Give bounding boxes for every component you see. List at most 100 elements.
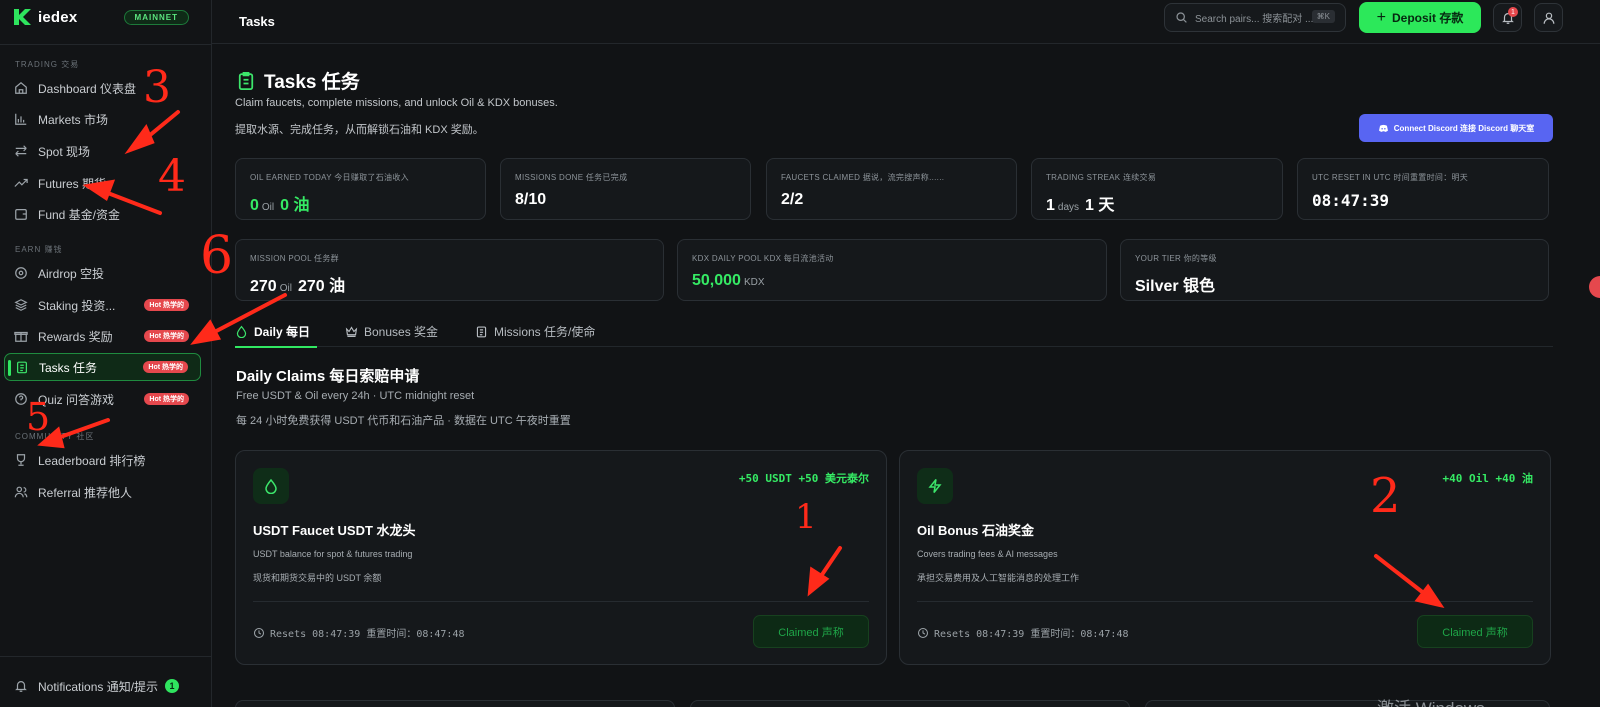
card-title: USDT Faucet USDT 水龙头 [253,523,416,538]
stat-mission-pool: MISSION POOL 任务群 270 Oil 270 油 [235,239,664,301]
wallet-icon [14,207,28,221]
hot-badge: Hot 热学的 [143,361,188,373]
stat-label: MISSIONS DONE 任务已完成 [515,173,628,182]
sidebar-item-dashboard[interactable]: Dashboard 仪表盘 [4,74,201,102]
stat-value: 270 Oil 270 油 [250,278,346,295]
stat-label: KDX DAILY POOL KDX 每日流池活动 [692,254,834,263]
stat-label: OIL EARNED TODAY 今日赚取了石油收入 [250,173,409,182]
stat-value: 1 days 1 天 [1046,197,1115,214]
reset-timer: Resets 08:47:39 重置时间：08:47:48 [917,625,1129,640]
sidebar-item-label: Airdrop 空投 [38,266,105,281]
clipboard-icon [476,325,487,337]
divider [917,601,1533,602]
section-label-earn: EARN 赚钱 [15,245,63,254]
stat-kdx-daily-pool: KDX DAILY POOL KDX 每日流池活动 50,000 KDX [677,239,1107,301]
deposit-label: Deposit 存款 [1392,11,1464,25]
section-label-trading: TRADING 交易 [15,60,80,69]
notification-count-badge: 1 [165,679,179,693]
page-title-topbar: Tasks [239,14,275,29]
tab-bar: Daily 每日 Bonuses 奖金 Missions 任务/使命 [235,315,1553,348]
tab-bonuses[interactable]: Bonuses 奖金 [345,315,438,347]
stat-faucets-claimed: FAUCETS CLAIMED 据说，流完搜声称...... 2/2 [766,158,1017,220]
clock-icon [253,627,265,638]
claimed-button[interactable]: Claimed 声称 [753,615,869,648]
lightning-icon [917,468,953,504]
users-icon [14,485,28,499]
stat-label: FAUCETS CLAIMED 据说，流完搜声称...... [781,173,945,182]
stat-oil-earned-today: OIL EARNED TODAY 今日赚取了石油收入 0 Oil 0 油 [235,158,486,220]
stat-label: MISSION POOL 任务群 [250,254,339,263]
hot-badge: Hot 热学的 [144,330,189,342]
tab-daily[interactable]: Daily 每日 [235,315,317,348]
trophy-icon [14,453,28,467]
card-description-zh: 现货和期货交易中的 USDT 余额 [253,573,382,583]
sidebar-item-staking[interactable]: Staking 投资... Hot 热学的 [4,291,201,319]
annotation-number: 4 [158,151,186,202]
user-icon [1543,12,1554,24]
stat-value: 2/2 [781,191,804,208]
partial-card [1145,700,1550,707]
sidebar-item-label: Markets 市场 [38,112,109,127]
discord-label: Connect Discord 连接 Discord 聊天室 [1393,123,1535,133]
sidebar-item-label: Rewards 奖励 [38,329,113,344]
stat-value: 08:47:39 [1312,191,1390,210]
stat-label: TRADING STREAK 连续交易 [1046,173,1157,182]
hot-badge: Hot 热学的 [144,299,189,311]
divider [253,601,869,602]
annotation-number: 5 [26,395,51,439]
annotation-number: 1 [795,497,817,537]
reward-amount: +50 USDT +50 美元泰尔 [738,472,869,485]
card-description-en: Covers trading fees & AI messages [917,549,1058,559]
sidebar-item-label: Dashboard 仪表盘 [38,81,137,96]
stat-value: Silver 银色 [1135,278,1216,295]
profile-button[interactable] [1534,3,1563,32]
deposit-button[interactable]: + Deposit 存款 [1359,2,1481,33]
sidebar-item-label: Fund 基金/资金 [38,207,121,222]
stat-label: UTC RESET IN UTC 时间重置时间：明天 [1312,173,1469,182]
search-input[interactable]: Search pairs... 搜索配对 ... ⌘K [1164,3,1346,32]
sidebar-item-label: Futures 期货 [38,176,107,191]
droplet-icon [253,468,289,504]
section-subtitle-zh: 每 24 小时免费获得 USDT 代币和石油产品 · 数据在 UTC 午夜时重置 [236,415,571,427]
reward-amount: +40 Oil +40 油 [1442,472,1533,485]
logo-text: iedex [38,8,78,26]
brand[interactable]: iedex MAINNET [0,0,211,34]
windows-activation-watermark: 激活 Windows [1377,694,1485,707]
stat-utc-reset: UTC RESET IN UTC 时间重置时间：明天 08:47:39 [1297,158,1549,220]
logo-mark-icon [14,9,31,25]
trend-icon [14,176,28,190]
stat-value: 8/10 [515,191,547,208]
search-shortcut-hint: ⌘K [1311,10,1335,23]
home-icon [14,81,28,95]
stat-value: 50,000 KDX [692,272,765,289]
sidebar-item-label: Leaderboard 排行榜 [38,453,146,468]
reset-timer: Resets 08:47:39 重置时间：08:47:48 [253,625,465,640]
annotation-number: 3 [143,62,171,113]
bar-chart-icon [14,112,28,126]
page-subtitle-zh: 提取水源、完成任务，从而解锁石油和 KDX 奖励。 [235,124,484,136]
gift-icon [14,329,28,343]
main-content: Tasks 任务 Claim faucets, complete mission… [212,45,1600,707]
sidebar-item-fund[interactable]: Fund 基金/资金 [4,200,201,228]
sidebar: iedex MAINNET TRADING 交易 Dashboard 仪表盘 M… [0,0,212,707]
sidebar-item-markets[interactable]: Markets 市场 [4,105,201,133]
crown-icon [345,325,358,337]
sidebar-item-leaderboard[interactable]: Leaderboard 排行榜 [4,446,201,474]
network-badge: MAINNET [123,9,189,25]
search-icon [1176,12,1187,23]
sidebar-item-notifications[interactable]: Notifications 通知/提示 1 [4,672,201,700]
layers-icon [14,298,28,312]
connect-discord-button[interactable]: Connect Discord 连接 Discord 聊天室 [1359,114,1553,142]
sidebar-item-rewards[interactable]: Rewards 奖励 Hot 热学的 [4,322,201,350]
sidebar-item-tasks[interactable]: Tasks 任务 Hot 热学的 [4,353,201,381]
sidebar-item-label: Spot 现场 [38,144,91,159]
annotation-number: 6 [200,226,234,286]
tab-missions[interactable]: Missions 任务/使命 [475,315,595,347]
sidebar-item-referral[interactable]: Referral 推荐他人 [4,478,201,506]
claimed-button[interactable]: Claimed 声称 [1417,615,1533,648]
partial-card [690,700,1130,707]
annotation-number: 2 [1370,468,1401,524]
notifications-button[interactable]: 1 [1493,3,1522,32]
card-title: Oil Bonus 石油奖金 [917,523,1035,538]
sidebar-item-airdrop[interactable]: Airdrop 空投 [4,259,201,287]
